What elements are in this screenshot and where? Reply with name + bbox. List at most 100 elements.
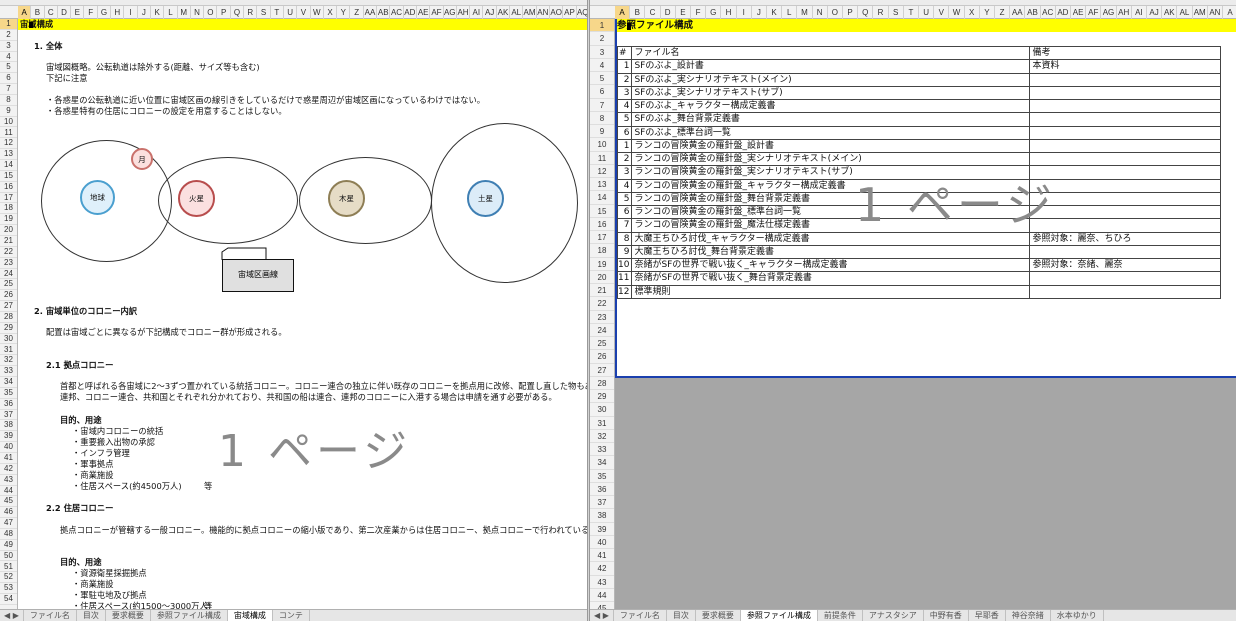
file-name[interactable]: SFのぶよ_標準台詞一覧 [631, 125, 1031, 140]
right-sheet-pane[interactable]: A B C D E F G H I J K L M N O P Q R S T U V W X Y Z AA AB AC AD AE AF AG… [590, 0, 1236, 621]
row-header[interactable]: 44 [590, 589, 614, 602]
sheet-tab[interactable]: 前提条件 [818, 610, 863, 621]
row-header[interactable]: 23 [0, 258, 17, 269]
row-header[interactable]: 2 [0, 30, 17, 41]
column-header[interactable]: AG [1101, 6, 1117, 19]
sheet-tab[interactable]: 要求概要 [106, 610, 151, 621]
file-note[interactable]: 本資料 [1029, 59, 1222, 74]
row-header[interactable]: 37 [0, 410, 17, 421]
row-header[interactable]: 27 [0, 301, 17, 312]
table-row[interactable]: 6 SFのぶよ_標準台詞一覧 [616, 125, 1222, 140]
row-header[interactable]: 10 [0, 117, 17, 128]
column-header[interactable]: D [661, 6, 676, 19]
row-header[interactable]: 13 [0, 149, 17, 161]
row-header[interactable]: 52 [0, 572, 17, 584]
row-header[interactable]: 22 [0, 247, 17, 258]
row-header[interactable]: 47 [0, 518, 17, 529]
column-header[interactable]: M [178, 6, 191, 19]
row-header[interactable]: 4 [0, 52, 17, 63]
file-note[interactable] [1029, 165, 1222, 180]
column-header[interactable]: P [843, 6, 859, 19]
row-header[interactable]: 16 [0, 182, 17, 193]
column-header[interactable]: X [965, 6, 980, 19]
column-header[interactable]: B [630, 6, 646, 19]
file-number[interactable]: 6 [616, 204, 633, 220]
sheet-tab[interactable]: 参照ファイル構成 [740, 610, 818, 621]
file-note[interactable] [1029, 72, 1222, 87]
file-number[interactable]: 2 [616, 72, 633, 87]
file-name[interactable]: 標準規則 [631, 284, 1031, 299]
sheet-tab[interactable]: 神谷奈緒 [1006, 610, 1051, 621]
column-header[interactable]: AK [497, 6, 511, 19]
file-name[interactable]: 奈緒がSFの世界で戦い抜く_舞台背景定義書 [631, 271, 1031, 286]
file-name[interactable]: SFのぶよ_舞台背景定義書 [631, 112, 1031, 127]
sheet-tab[interactable]: ファイル名 [24, 610, 77, 621]
row-header[interactable]: 6 [590, 85, 614, 99]
sheet-tab[interactable]: コンテ [273, 610, 310, 621]
table-row[interactable]: 10 奈緒がSFの世界で戦い抜く_キャラクター構成定義書 参照対象：奈緒、麗奈 [616, 257, 1222, 273]
file-note[interactable] [1029, 178, 1222, 193]
file-note[interactable] [1029, 112, 1222, 127]
sheet-nav-arrows-icon[interactable]: ◀ ▶ [0, 610, 24, 621]
file-note[interactable] [1029, 85, 1222, 101]
sheet-tab[interactable]: 目次 [667, 610, 696, 621]
column-header[interactable]: AL [1177, 6, 1193, 19]
row-header[interactable]: 54 [0, 594, 17, 605]
row-header-bar[interactable]: 1 2 3 4 5 6 7 8 9 10 11 12 13 14 15 16 17 18 19 20 21 22 23 24 2… [590, 19, 615, 616]
file-note[interactable] [1029, 204, 1222, 220]
table-row[interactable]: 3 SFのぶよ_実シナリオテキスト(サブ) [616, 85, 1222, 101]
row-header[interactable]: 7 [0, 84, 17, 95]
row-header[interactable]: 13 [590, 178, 614, 192]
row-header[interactable]: 33 [590, 443, 614, 457]
column-header[interactable]: Q [231, 6, 245, 19]
column-header[interactable]: Y [980, 6, 995, 19]
column-header[interactable]: AA [1010, 6, 1026, 19]
row-header[interactable]: 14 [0, 160, 17, 171]
column-header-bar[interactable]: A B C D E F G H I J K L M N O P Q R S T U V W X Y Z AA AB AC AD AE AF AG… [590, 6, 1236, 19]
row-header[interactable]: 12 [0, 138, 17, 150]
column-header[interactable]: O [204, 6, 218, 19]
sheet-tab[interactable]: 宙域構成 [227, 610, 273, 621]
row-header[interactable]: 20 [0, 225, 17, 236]
row-header[interactable]: 28 [590, 377, 614, 390]
sheet-tab-bar[interactable]: ◀ ▶ ファイル名 目次 要求概要 参照ファイル構成 前提条件 アナスタシア 中野有香 早耶香神… [590, 609, 1236, 621]
row-header[interactable]: 48 [0, 529, 17, 540]
left-sheet-pane[interactable]: A B C D E F G H I J K L M N O P Q R S T U V W X Y Z AA AB AC AD AE AF AG… [0, 0, 590, 621]
row-header[interactable]: 9 [590, 125, 614, 139]
row-header[interactable]: 11 [590, 152, 614, 165]
column-header[interactable]: V [934, 6, 950, 19]
file-name[interactable]: SFのぶよ_実シナリオテキスト(メイン) [631, 72, 1031, 87]
column-header[interactable]: X [324, 6, 338, 19]
row-header[interactable]: 36 [0, 399, 17, 410]
column-header[interactable]: E [71, 6, 85, 19]
row-header[interactable]: 16 [590, 218, 614, 231]
column-header[interactable]: AP [563, 6, 577, 19]
column-header[interactable]: S [889, 6, 904, 19]
file-note[interactable]: 参照対象：麗奈、ちひろ [1029, 231, 1222, 246]
column-header[interactable]: AI [470, 6, 484, 19]
column-header[interactable]: AH [1117, 6, 1132, 19]
row-header[interactable]: 39 [590, 523, 614, 536]
column-header[interactable]: R [244, 6, 258, 19]
column-header[interactable]: Q [858, 6, 874, 19]
column-header[interactable]: AB [377, 6, 391, 19]
column-header[interactable]: W [311, 6, 324, 19]
file-number[interactable]: 4 [616, 178, 633, 193]
row-header[interactable]: 12 [590, 165, 614, 178]
row-header[interactable]: 51 [0, 562, 17, 573]
row-header[interactable]: 35 [590, 470, 614, 483]
file-name[interactable]: 大魔王ちひろ討伐_舞台背景定義書 [631, 244, 1031, 260]
row-header[interactable]: 35 [0, 388, 17, 399]
file-number[interactable]: 3 [616, 85, 633, 101]
row-header[interactable]: 11 [0, 128, 17, 139]
file-name[interactable]: SFのぶよ_設計書 [631, 59, 1031, 74]
row-header[interactable]: 1 [590, 19, 614, 33]
column-header-bar[interactable]: A B C D E F G H I J K L M N O P Q R S T U V W X Y Z AA AB AC AD AE AF AG… [0, 6, 590, 19]
row-header[interactable]: 41 [0, 453, 17, 464]
column-header[interactable]: E [676, 6, 691, 19]
file-note[interactable] [1029, 271, 1222, 286]
row-header[interactable]: 1 [0, 19, 17, 30]
row-header[interactable]: 2 [590, 32, 614, 46]
file-number[interactable]: 8 [616, 231, 633, 246]
row-header[interactable]: 41 [590, 549, 614, 563]
